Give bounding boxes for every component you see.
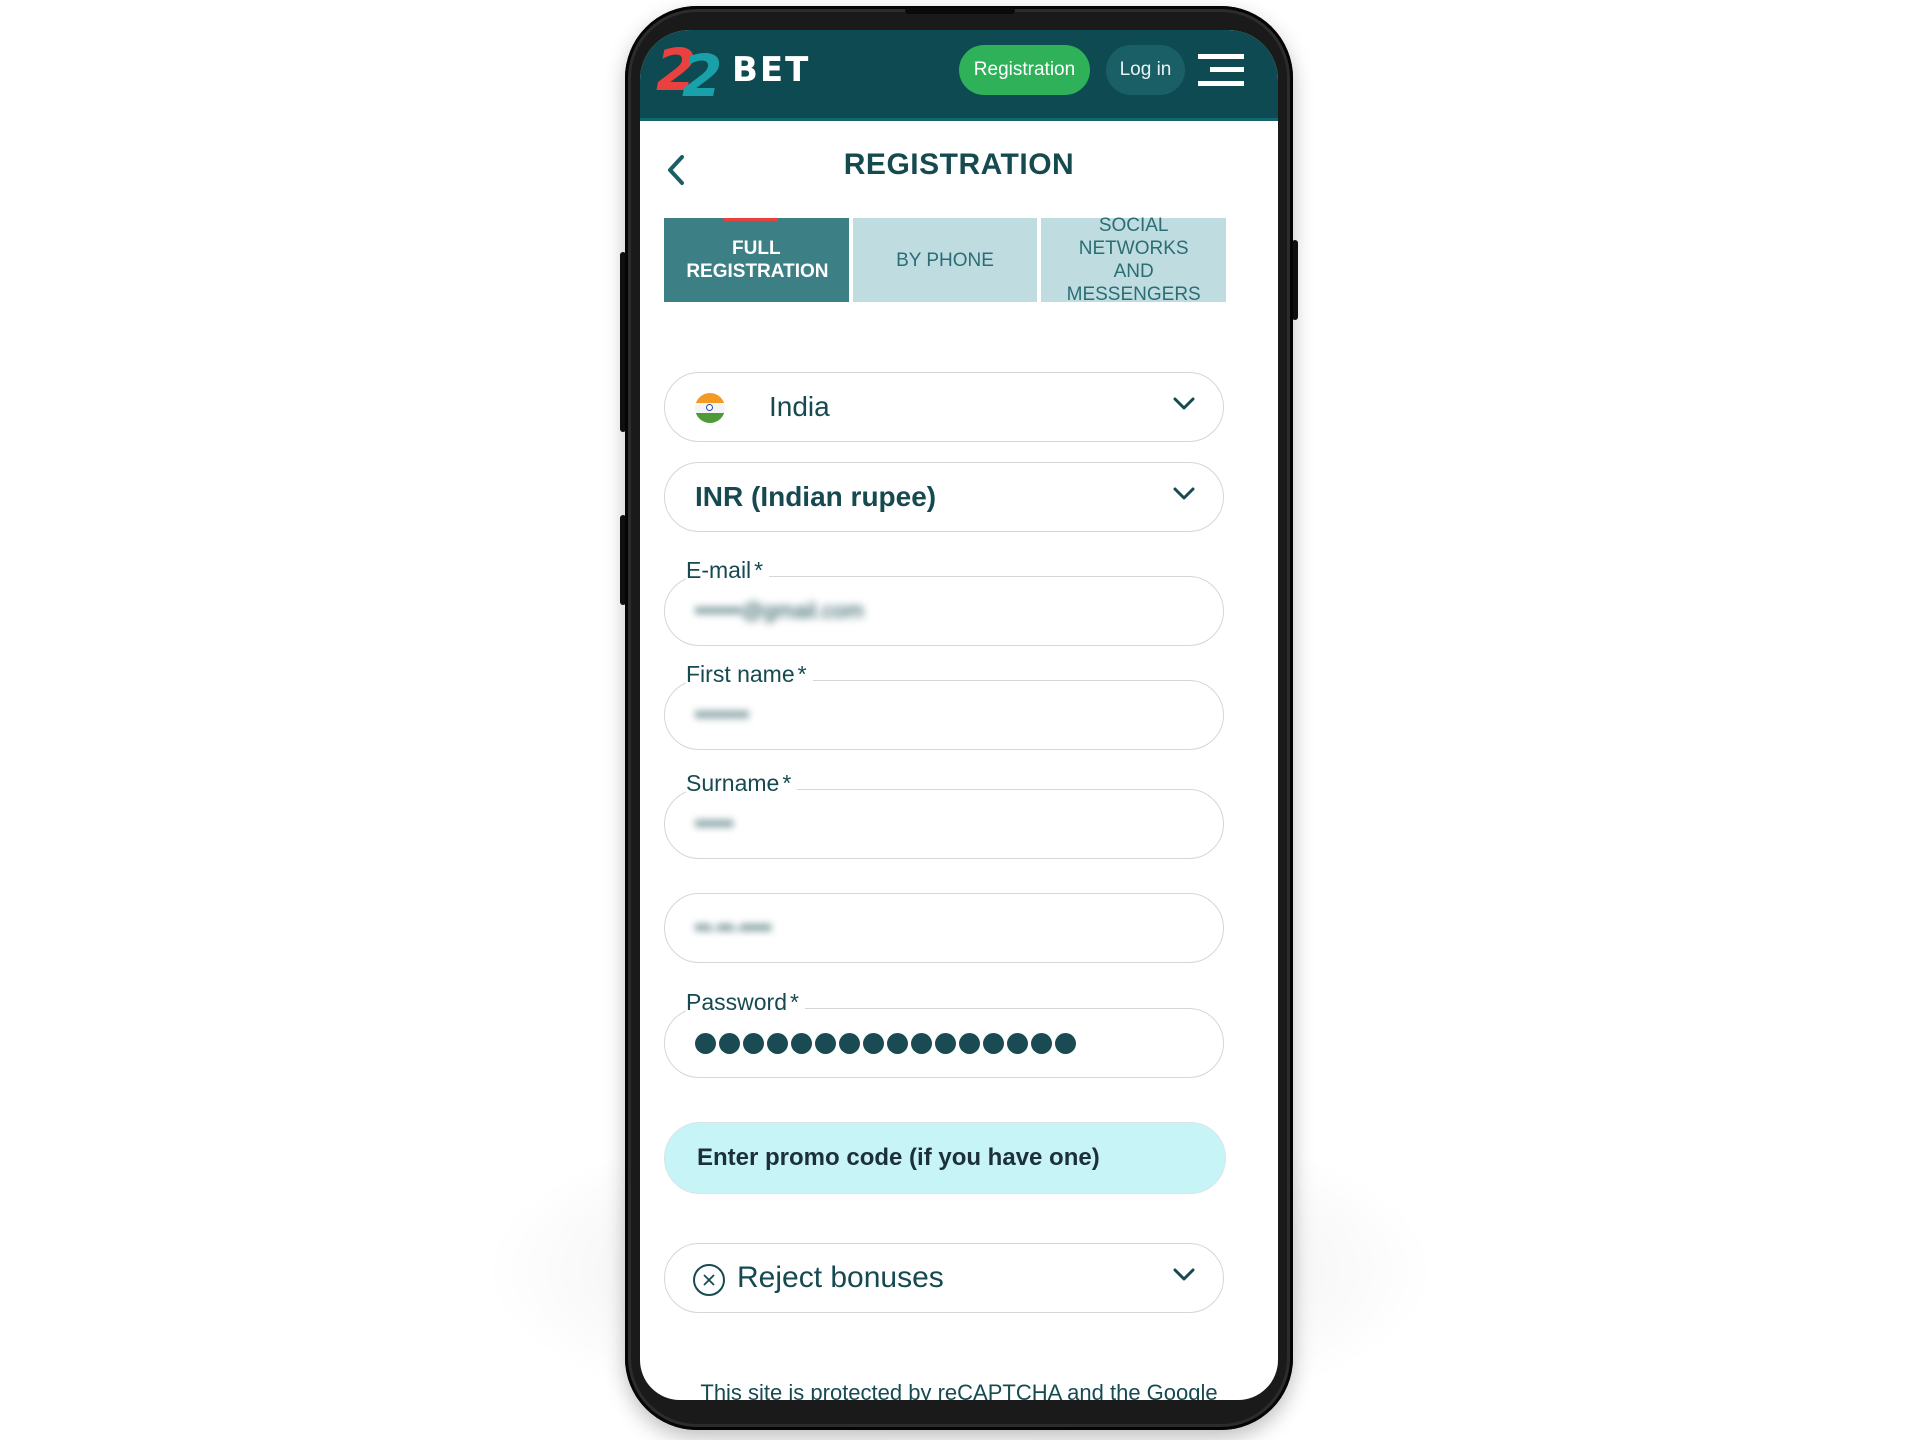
tab-social-networks[interactable]: SOCIAL NETWORKS AND MESSENGERS	[1041, 215, 1227, 305]
tab-by-phone[interactable]: BY PHONE	[852, 218, 1038, 302]
currency-select[interactable]: INR (Indian rupee)	[664, 462, 1224, 532]
email-value: ••••••@gmail.com	[695, 598, 864, 623]
first-name-field[interactable]: •••••••	[664, 680, 1224, 750]
password-masked-value	[695, 1009, 1076, 1077]
password-dot	[719, 1032, 740, 1054]
surname-value: •••••	[695, 811, 734, 836]
surname-field[interactable]: •••••	[664, 789, 1224, 859]
logo-mark: 2 2	[656, 40, 728, 106]
page-title: REGISTRATION	[843, 148, 1075, 181]
password-dot	[1055, 1032, 1076, 1054]
tab-label: BY PHONE	[896, 249, 994, 271]
password-dot	[959, 1032, 980, 1054]
logo-digit-teal: 2	[682, 42, 723, 110]
india-flag-icon	[695, 393, 725, 423]
site-header: 2 2 BET Registration Log in	[640, 30, 1278, 121]
reject-x-icon	[693, 1264, 725, 1296]
password-dot	[935, 1032, 956, 1054]
date-of-birth-value: ••-••-••••	[695, 915, 772, 940]
phone-speaker	[905, 8, 1015, 14]
password-dot	[695, 1032, 716, 1054]
logo-text: BET	[732, 50, 811, 90]
country-value: India	[769, 391, 830, 422]
promo-code-button[interactable]: Enter promo code (if you have one)	[664, 1122, 1226, 1194]
bonus-select[interactable]: Reject bonuses	[664, 1243, 1224, 1313]
registration-tabs: FULL REGISTRATION BY PHONE SOCIAL NETWOR…	[664, 215, 1227, 305]
password-dot	[1007, 1032, 1028, 1054]
password-dot	[839, 1032, 860, 1054]
login-button[interactable]: Log in	[1106, 45, 1185, 95]
bonus-value: Reject bonuses	[737, 1261, 944, 1294]
password-dot	[767, 1032, 788, 1054]
password-dot	[863, 1032, 884, 1054]
first-name-value: •••••••	[695, 702, 749, 727]
first-name-label: First name *	[686, 661, 813, 688]
surname-label: Surname *	[686, 770, 798, 797]
chevron-down-icon	[1173, 487, 1195, 500]
hamburger-menu-icon[interactable]	[1198, 54, 1246, 88]
email-label: E-mail *	[686, 557, 770, 584]
password-label: Password *	[686, 989, 805, 1016]
phone-screen: 2 2 BET Registration Log in REGISTRATION…	[640, 30, 1278, 1400]
registration-button[interactable]: Registration	[959, 45, 1090, 95]
tab-full-registration[interactable]: FULL REGISTRATION	[664, 218, 849, 302]
currency-value: INR (Indian rupee)	[695, 481, 937, 512]
date-of-birth-field[interactable]: ••-••-••••	[664, 893, 1224, 963]
password-dot	[983, 1032, 1004, 1054]
tab-label: SOCIAL NETWORKS AND MESSENGERS	[1066, 215, 1201, 305]
password-dot	[791, 1032, 812, 1054]
password-dot	[1031, 1032, 1052, 1054]
chevron-down-icon	[1173, 1268, 1195, 1281]
recaptcha-notice: This site is protected by reCAPTCHA and …	[700, 1380, 1218, 1400]
email-field[interactable]: ••••••@gmail.com	[664, 576, 1224, 646]
tab-label: FULL REGISTRATION	[686, 238, 829, 282]
password-dot	[887, 1032, 908, 1054]
password-dot	[815, 1032, 836, 1054]
chevron-down-icon	[1173, 397, 1195, 410]
country-select[interactable]: India	[664, 372, 1224, 442]
logo-22bet[interactable]: 2 2 BET	[656, 40, 811, 106]
password-field[interactable]	[664, 1008, 1224, 1078]
password-dot	[743, 1032, 764, 1054]
password-dot	[911, 1032, 932, 1054]
